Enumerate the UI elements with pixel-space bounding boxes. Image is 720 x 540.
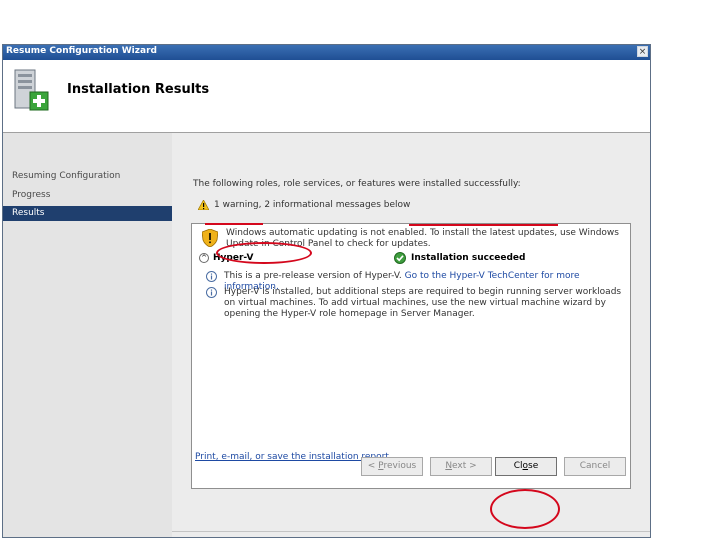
annotation-underline-role bbox=[205, 223, 263, 225]
sidebar-item-progress[interactable]: Progress bbox=[3, 188, 172, 203]
wizard-sidebar: Resuming Configuration Progress Results bbox=[3, 133, 172, 537]
intro-text: The following roles, role services, or f… bbox=[193, 179, 521, 189]
close-button-prefix: Cl bbox=[513, 461, 523, 471]
title-bar: Resume Configuration Wizard × bbox=[3, 45, 650, 60]
annotation-circle-close bbox=[490, 489, 560, 529]
results-content: The following roles, role services, or f… bbox=[172, 133, 650, 537]
installation-report-link[interactable]: Print, e-mail, or save the installation … bbox=[195, 452, 389, 462]
wizard-header: Installation Results bbox=[3, 60, 650, 133]
sidebar-item-resuming-configuration[interactable]: Resuming Configuration bbox=[3, 169, 172, 184]
previous-button[interactable]: < Previous bbox=[361, 457, 423, 476]
installed-text: Hyper-V is installed, but additional ste… bbox=[224, 287, 622, 319]
previous-button-prefix: < bbox=[367, 461, 379, 471]
annotation-circle-installed bbox=[216, 242, 312, 264]
next-button[interactable]: Next > bbox=[430, 457, 492, 476]
wizard-window: Resume Configuration Wizard × Installati… bbox=[2, 44, 651, 538]
previous-button-rest: revious bbox=[383, 461, 417, 471]
server-add-icon bbox=[14, 69, 49, 111]
message-summary: 1 warning, 2 informational messages belo… bbox=[198, 200, 411, 210]
check-circle-icon bbox=[394, 252, 406, 264]
close-window-button[interactable]: × bbox=[637, 46, 648, 57]
page-title: Installation Results bbox=[67, 82, 210, 97]
close-button[interactable]: Close bbox=[495, 457, 557, 476]
cancel-button[interactable]: Cancel bbox=[564, 457, 626, 476]
info-icon bbox=[206, 271, 217, 282]
collapse-toggle[interactable]: ^ bbox=[199, 253, 209, 263]
info-message-installed: Hyper-V is installed, but additional ste… bbox=[206, 287, 624, 320]
close-button-rest: se bbox=[528, 461, 539, 471]
annotation-underline-status bbox=[409, 224, 558, 226]
install-status: Installation succeeded bbox=[394, 252, 526, 264]
shield-warning-icon bbox=[202, 229, 218, 247]
window-title: Resume Configuration Wizard bbox=[6, 46, 157, 56]
sidebar-item-results[interactable]: Results bbox=[3, 206, 172, 221]
next-button-rest: ext > bbox=[452, 461, 477, 471]
prerelease-text: This is a pre-release version of Hyper-V… bbox=[224, 271, 405, 281]
footer-separator bbox=[172, 531, 650, 532]
install-status-text: Installation succeeded bbox=[411, 253, 526, 263]
warning-icon bbox=[198, 200, 209, 210]
info-icon bbox=[206, 287, 217, 298]
message-summary-text: 1 warning, 2 informational messages belo… bbox=[214, 200, 411, 210]
